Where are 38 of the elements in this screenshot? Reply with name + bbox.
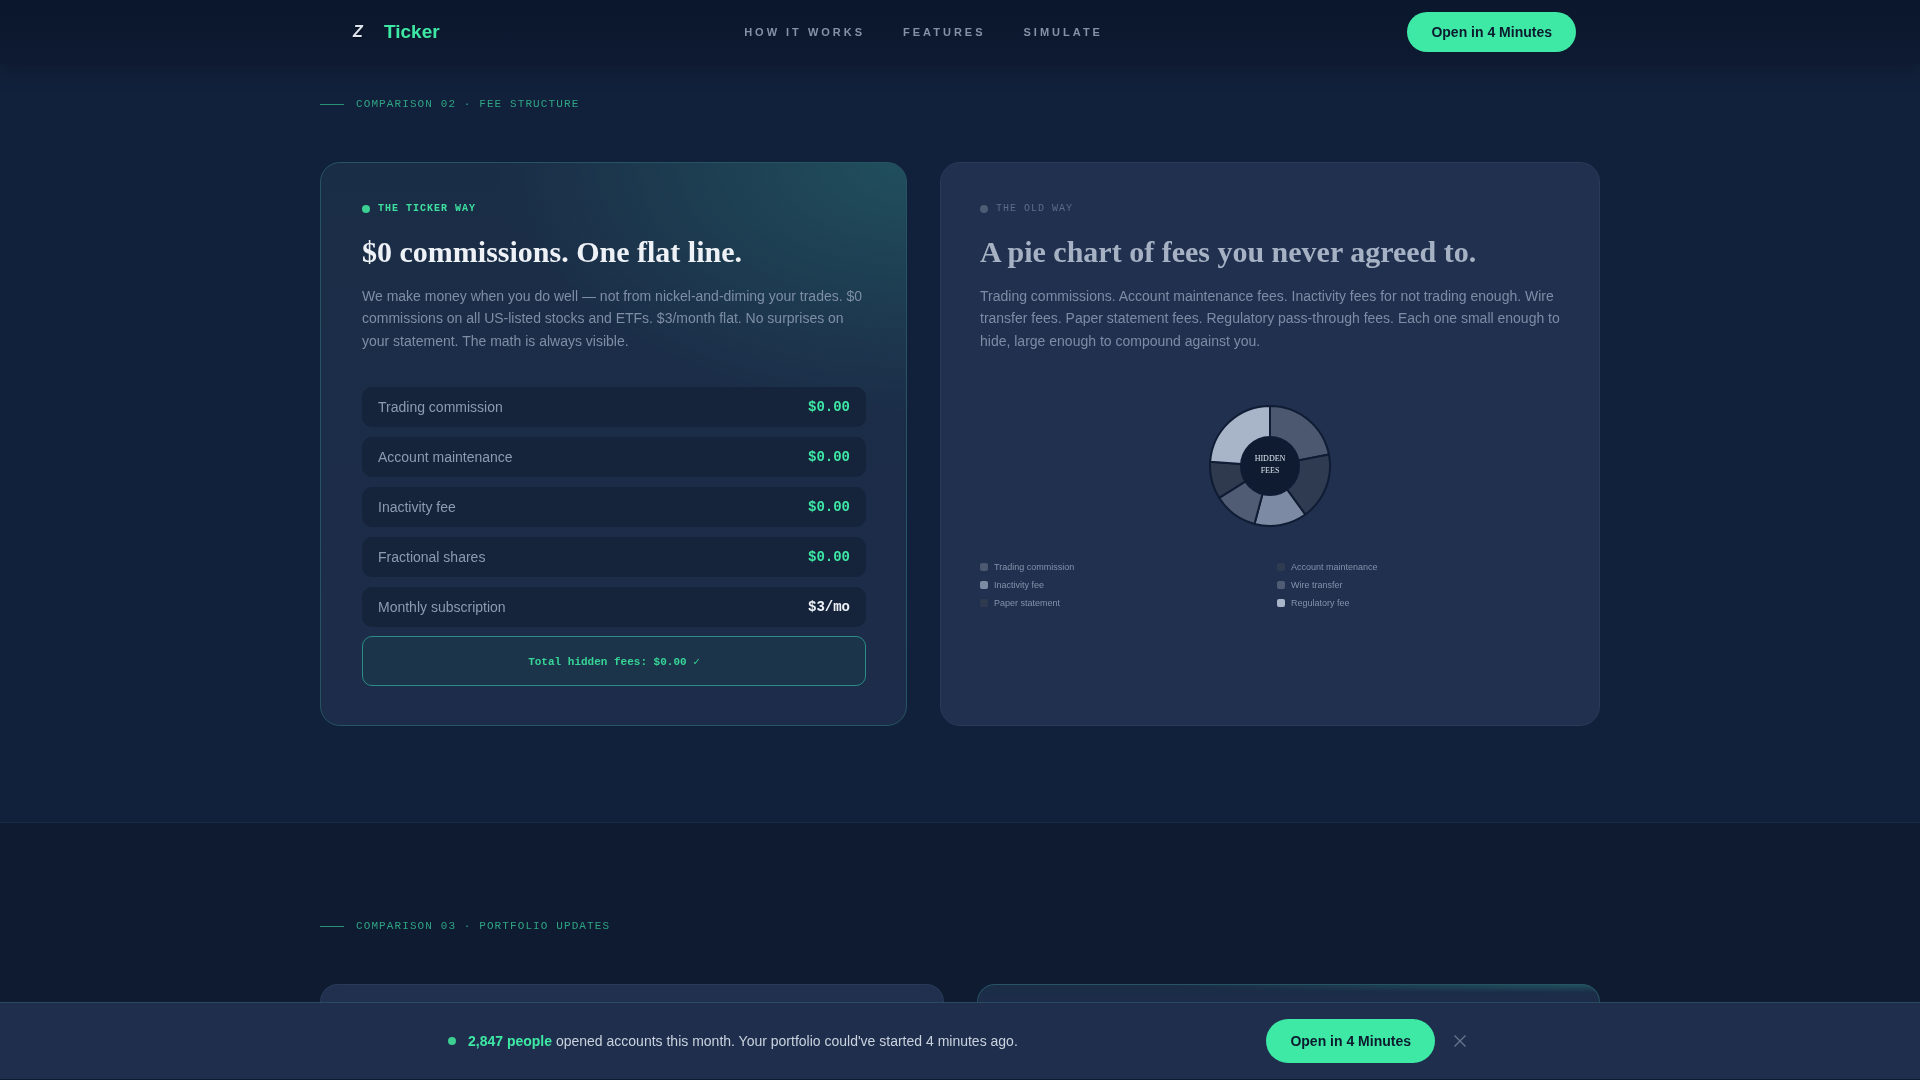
- fee-amount: $0.00: [808, 549, 850, 566]
- banner-message: 2,847 people opened accounts this month. Your portfolio could've started 4 minutes ago.: [468, 1033, 1018, 1050]
- fee-label: Fractional shares: [378, 549, 486, 566]
- card-tag: THE TICKER WAY: [378, 202, 476, 216]
- chart-center-label: HIDDEN FEES: [1253, 453, 1287, 478]
- fee-label: Monthly subscription: [378, 599, 506, 616]
- fee-amount: $0.00: [808, 449, 850, 466]
- fees-summary: Total hidden fees: $0.00 ✓: [362, 636, 866, 687]
- brand-name[interactable]: Ticker: [384, 20, 440, 44]
- dot-icon: [448, 1037, 456, 1046]
- dot-icon: [980, 205, 988, 213]
- legend-label: Wire transfer: [1291, 579, 1343, 592]
- logo-mark: Z: [351, 22, 365, 42]
- nav-link[interactable]: FEATURES: [903, 25, 986, 39]
- section-eyebrow: COMPARISON 02 · FEE STRUCTURE: [356, 97, 580, 111]
- fee-amount: $0.00: [808, 399, 850, 416]
- legend-label: Account maintenance: [1291, 561, 1378, 574]
- legend-label: Regulatory fee: [1291, 597, 1350, 610]
- fee-label: Inactivity fee: [378, 499, 456, 516]
- card-tag: THE OLD WAY: [996, 202, 1073, 216]
- fee-amount: $3/mo: [808, 599, 850, 616]
- close-icon: [1454, 1035, 1466, 1048]
- fee-amount: $0.00: [808, 499, 850, 516]
- legend-label: Inactivity fee: [994, 579, 1045, 592]
- dot-icon: [362, 205, 370, 213]
- legend-label: Trading commission: [994, 561, 1075, 574]
- card-title: $0 commissions. One flat line.: [362, 234, 743, 270]
- open-account-button[interactable]: Open in 4 Minutes: [1266, 1019, 1435, 1064]
- fee-label: Account maintenance: [378, 449, 513, 466]
- nav-link[interactable]: SIMULATE: [1023, 25, 1103, 39]
- card-description: We make money when you do well — not from nickel-and-diming your trades. $0 commissions on all US-listed stocks and ETFs. $3/month flat. No surprises on your statement. The math is always visible.: [362, 287, 864, 351]
- open-account-button[interactable]: Open in 4 Minutes: [1407, 12, 1576, 52]
- legend-label: Paper statement: [994, 597, 1061, 610]
- card-description: Trading commissions. Account maintenance fees. Inactivity fees for not trading enough. Wire transfer fees. Paper statement fees. Regulatory pass-through fees. Each one small enough to hide, large enough to compound against you.: [980, 287, 1560, 351]
- fee-label: Trading commission: [378, 399, 503, 416]
- section-eyebrow: COMPARISON 03 · PORTFOLIO UPDATES: [356, 919, 611, 934]
- card-title: A pie chart of fees you never agreed to.: [980, 234, 1478, 270]
- nav-link[interactable]: HOW IT WORKS: [744, 25, 866, 39]
